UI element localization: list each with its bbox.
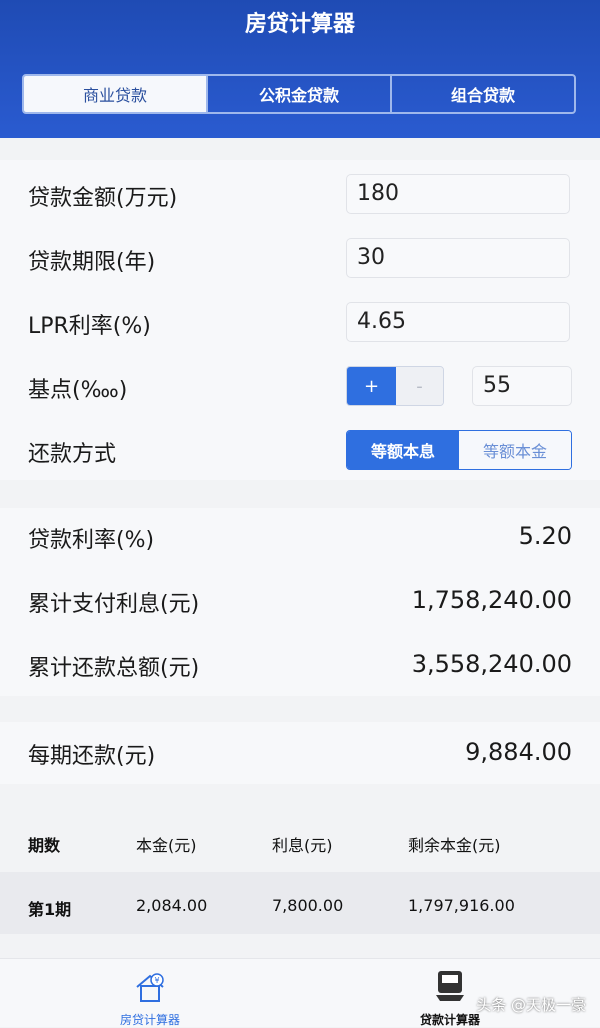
total-interest-value: 1,758,240.00 [411,586,572,614]
nav-mortgage-calculator[interactable]: ¥ 房贷计算器 [0,959,300,1027]
total-repayment-value: 3,558,240.00 [411,650,572,678]
table-header-row: 期数 本金(元) 利息(元) 剩余本金(元) [0,808,600,870]
page-title: 房贷计算器 [244,12,355,37]
watermark: 头条 @天极一豪 [476,996,586,1014]
table-cell: 第1期 [28,900,72,919]
table-cell: 2,084.00 [136,896,208,915]
result-section: 贷款利率(%) 5.20 累计支付利息(元) 1,758,240.00 累计还款… [0,508,600,696]
basis-points-stepper: + - [346,366,444,406]
nav-label: 房贷计算器 [119,1013,180,1027]
decrease-button[interactable]: - [396,367,443,405]
svg-text:¥: ¥ [154,976,159,985]
table-row: 第1期 2,084.00 7,800.00 1,797,916.00 [0,872,600,934]
calculator-icon [436,971,464,1001]
loan-rate-label: 贷款利率(%) [28,528,155,553]
loan-amount-label: 贷款金额(万元) [28,186,178,211]
table-cell: 1,797,916.00 [408,896,515,915]
loan-term-input[interactable]: 30 [346,238,570,278]
column-header: 期数 [28,836,61,855]
repayment-method-toggle: 等额本息 等额本金 [346,430,572,470]
monthly-payment-label: 每期还款(元) [28,744,156,769]
increase-button[interactable]: + [347,367,396,405]
column-header: 剩余本金(元) [408,836,501,855]
repayment-method-label: 还款方式 [28,442,117,467]
lpr-rate-label: LPR利率(%) [28,314,151,339]
basis-points-label: 基点(‱) [28,378,128,403]
table-cell: 7,800.00 [272,896,344,915]
total-interest-label: 累计支付利息(元) [28,592,200,617]
bottom-navigation: ¥ 房贷计算器 贷款计算器 [0,958,600,1027]
tab-commercial-loan[interactable]: 商业贷款 [24,76,206,112]
tab-provident-fund-loan[interactable]: 公积金贷款 [206,76,390,112]
house-yen-icon: ¥ [136,973,164,1002]
loan-term-label: 贷款期限(年) [28,250,156,275]
basis-points-input[interactable]: 55 [472,366,572,406]
tab-combined-loan[interactable]: 组合贷款 [390,76,574,112]
monthly-payment-value: 9,884.00 [465,738,572,766]
monthly-payment-section: 每期还款(元) 9,884.00 [0,722,600,784]
column-header: 利息(元) [272,836,333,855]
nav-loan-calculator[interactable]: 贷款计算器 [300,959,600,1027]
lpr-rate-input[interactable]: 4.65 [346,302,570,342]
input-section: 贷款金额(万元) 180 贷款期限(年) 30 LPR利率(%) 4.65 基点… [0,160,600,480]
equal-installment-option[interactable]: 等额本息 [347,431,459,469]
column-header: 本金(元) [136,836,197,855]
loan-amount-input[interactable]: 180 [346,174,570,214]
loan-type-tabs: 商业贷款 公积金贷款 组合贷款 [22,74,576,114]
total-repayment-label: 累计还款总额(元) [28,656,200,681]
app-header: 房贷计算器 商业贷款 公积金贷款 组合贷款 [0,0,600,138]
equal-principal-option[interactable]: 等额本金 [459,431,571,469]
loan-rate-value: 5.20 [518,522,572,550]
